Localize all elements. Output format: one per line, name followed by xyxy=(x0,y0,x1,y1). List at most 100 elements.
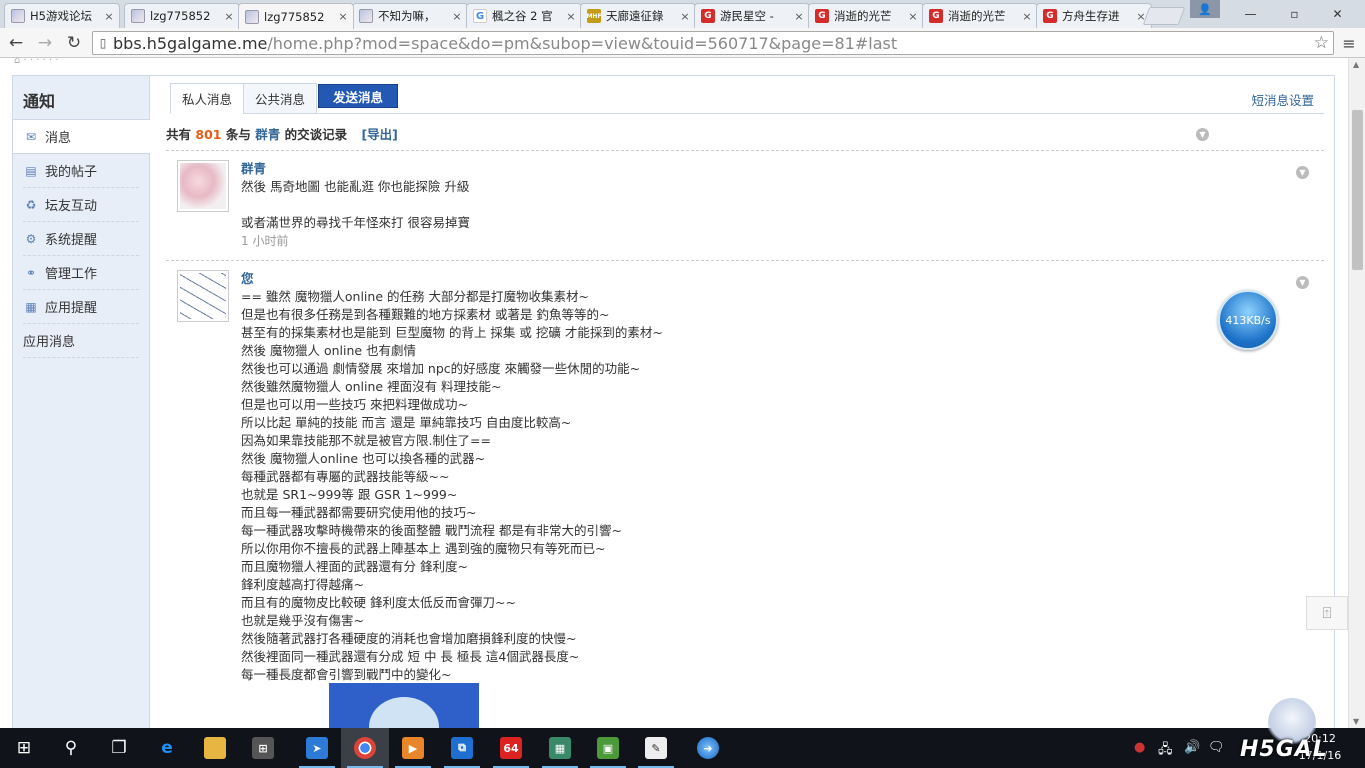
divider xyxy=(166,150,1324,151)
message-line: 然後隨著武器打各種硬度的消耗也會增加磨損鋒利度的快慢~ xyxy=(241,631,577,646)
page-scrollbar[interactable]: ▲ ▼ xyxy=(1348,58,1365,728)
message-line xyxy=(241,196,1281,214)
network-icon[interactable]: 🖧 xyxy=(1158,740,1173,762)
game-icon[interactable]: 64 xyxy=(487,728,535,768)
message-line: 而且有的魔物皮比較硬 鋒利度太低反而會彈刀~~ xyxy=(241,595,516,610)
notification-panel: 通知 ✉ 消息 ▤ 我的帖子 ♻ 坛友互动 ⚙ 系统提醒 ⚭ 管理工作 ▦ 应用提醒 应用消… xyxy=(12,75,1335,728)
sidebar-item-messages[interactable]: ✉ 消息 xyxy=(13,120,150,154)
tab-close-icon[interactable]: × xyxy=(565,10,577,23)
back-arrow-icon[interactable]: ← xyxy=(4,32,28,54)
browser-tab-8[interactable]: G 消逝的光芒 × xyxy=(808,3,924,28)
browser-tab-4[interactable]: 不知为嘛， × xyxy=(352,3,468,28)
network-speed-widget[interactable]: 413KB/s xyxy=(1218,290,1278,350)
browser-toolbar: ← → ↻ ▯ bbs.h5galgame.me/home.php?mod=sp… xyxy=(0,28,1365,58)
file-explorer-icon[interactable] xyxy=(191,728,239,768)
close-window-button[interactable]: ✕ xyxy=(1316,4,1359,24)
message-author: 您 xyxy=(241,271,254,286)
sidebar-item-interaction[interactable]: ♻ 坛友互动 xyxy=(23,188,139,222)
notification-icon[interactable]: 🗨 xyxy=(1208,740,1225,755)
chrome-browser-icon[interactable] xyxy=(341,728,389,768)
tab-close-icon[interactable]: × xyxy=(1021,10,1033,23)
search-icon[interactable]: ⚲ xyxy=(47,728,95,768)
browser-tab-10[interactable]: G 方舟生存进 × xyxy=(1036,3,1152,28)
sidebar-item-app-messages[interactable]: 应用消息 xyxy=(23,324,139,358)
tab-public-messages[interactable]: 公共消息 xyxy=(243,83,318,114)
browser-tab-5[interactable]: G 楓之谷 2 官 × xyxy=(466,3,582,28)
google-favicon-icon: G xyxy=(473,9,487,23)
avatar[interactable] xyxy=(177,270,229,322)
app-icon[interactable]: ➜ xyxy=(684,728,732,768)
avatar[interactable] xyxy=(177,160,229,212)
gamersky-favicon-icon: G xyxy=(701,9,715,23)
editor-icon[interactable]: ✎ xyxy=(632,728,680,768)
browser-tab-6[interactable]: MHF 天廊遠征錄 × xyxy=(580,3,696,28)
tab-close-icon[interactable]: × xyxy=(907,10,919,23)
back-to-top-icon[interactable]: ⍐ xyxy=(1306,596,1348,630)
send-message-button[interactable]: 发送消息 xyxy=(318,84,399,108)
windows-start-icon[interactable]: ⊞ xyxy=(0,728,48,768)
message-tabs: 私人消息 公共消息 发送消息 短消息设置 xyxy=(170,82,1324,114)
message-line: 然後 馬奇地圖 也能亂逛 你也能探險 升級 xyxy=(241,179,470,194)
app-icon[interactable]: ⧉ xyxy=(438,728,486,768)
browser-menu-icon[interactable]: ≡ xyxy=(1338,32,1360,54)
browser-tab-7[interactable]: G 游民星空 - × xyxy=(694,3,810,28)
browser-tab-2[interactable]: lzg775852 × xyxy=(124,3,240,28)
tab-close-icon[interactable]: × xyxy=(793,10,805,23)
browser-tab-9[interactable]: G 消逝的光芒 × xyxy=(922,3,1038,28)
maximize-button[interactable]: ▫ xyxy=(1273,4,1316,24)
collapse-icon[interactable]: ▼ xyxy=(1196,128,1209,141)
main-content: 私人消息 公共消息 发送消息 短消息设置 共有 801 条与 群青 的交谈记录 … xyxy=(151,76,1335,728)
message-line: 因為如果靠技能那不就是被官方限.制住了== xyxy=(241,433,491,448)
scroll-down-icon[interactable]: ▼ xyxy=(1353,717,1359,726)
scrollbar-thumb[interactable] xyxy=(1352,110,1363,270)
forward-arrow-icon[interactable]: → xyxy=(33,32,57,54)
volume-icon[interactable]: 🔊 xyxy=(1184,740,1200,755)
tab-close-icon[interactable]: × xyxy=(451,10,463,23)
tab-close-icon[interactable]: × xyxy=(337,10,349,23)
edge-browser-icon[interactable]: e xyxy=(143,728,191,768)
mhf-favicon-icon: MHF xyxy=(586,9,602,23)
message-line: 然後 魔物獵人online 也可以換各種的武器~ xyxy=(241,451,486,466)
new-tab-button[interactable] xyxy=(1142,7,1186,25)
store-icon[interactable]: ⊞ xyxy=(239,728,287,768)
tab-close-icon[interactable]: × xyxy=(103,10,115,23)
collapse-icon[interactable]: ▼ xyxy=(1296,166,1309,179)
collapse-icon[interactable]: ▼ xyxy=(1296,276,1309,289)
avatar-favicon-icon xyxy=(11,9,25,23)
scroll-up-icon[interactable]: ▲ xyxy=(1353,60,1359,69)
message-line: 但是也可以用一些技巧 來把料理做成功~ xyxy=(241,397,468,412)
sidebar-title: 通知 xyxy=(13,76,149,120)
tab-private-messages[interactable]: 私人消息 xyxy=(170,83,245,114)
archive-icon[interactable]: ▦ xyxy=(536,728,584,768)
record-icon[interactable]: ● xyxy=(1134,740,1145,755)
image-viewer-icon[interactable]: ▣ xyxy=(584,728,632,768)
minimize-button[interactable]: — xyxy=(1229,4,1272,24)
address-bar[interactable]: ▯ bbs.h5galgame.me/home.php?mod=space&do… xyxy=(92,31,1334,55)
export-link[interactable]: [导出] xyxy=(361,127,397,142)
media-player-icon[interactable]: ▶ xyxy=(389,728,437,768)
sidebar-item-system[interactable]: ⚙ 系统提醒 xyxy=(23,222,139,256)
message-settings-link[interactable]: 短消息设置 xyxy=(1251,90,1314,109)
message-line: 而且魔物獵人裡面的武器還有分 鋒利度~ xyxy=(241,559,468,574)
message-author[interactable]: 群青 xyxy=(241,160,1281,178)
grid-icon: ▦ xyxy=(25,299,37,314)
message-line: 然後也可以通過 劇情發展 來增加 npc的好感度 來觸發一些休閒的功能~ xyxy=(241,361,641,376)
reload-icon[interactable]: ↻ xyxy=(62,32,86,54)
embedded-image[interactable] xyxy=(329,683,479,728)
sidebar-item-app-alerts[interactable]: ▦ 应用提醒 xyxy=(23,290,139,324)
browser-user-icon[interactable]: 👤 xyxy=(1190,0,1220,18)
message-line: 也就是 SR1~999等 跟 GSR 1~999~ xyxy=(241,487,458,502)
tab-close-icon[interactable]: × xyxy=(679,10,691,23)
message-line: 但是也有很多任務是到各種艱難的地方採素材 或著是 釣魚等等的~ xyxy=(241,307,610,322)
browser-tab-3-active[interactable]: lzg775852 × xyxy=(238,3,354,29)
gamersky-favicon-icon: G xyxy=(1043,9,1057,23)
app-icon[interactable]: ➤ xyxy=(293,728,341,768)
sidebar-item-admin[interactable]: ⚭ 管理工作 xyxy=(23,256,139,290)
task-view-icon[interactable]: ❐ xyxy=(95,728,143,768)
partner-link[interactable]: 群青 xyxy=(255,127,280,142)
tab-close-icon[interactable]: × xyxy=(223,10,235,23)
sidebar-item-my-posts[interactable]: ▤ 我的帖子 xyxy=(23,154,139,188)
bookmark-star-icon[interactable]: ☆ xyxy=(1314,33,1329,53)
browser-tab-1[interactable]: H5游戏论坛 × xyxy=(4,3,120,28)
message-line: 而且每一種武器都需要研究使用他的技巧~ xyxy=(241,505,477,520)
